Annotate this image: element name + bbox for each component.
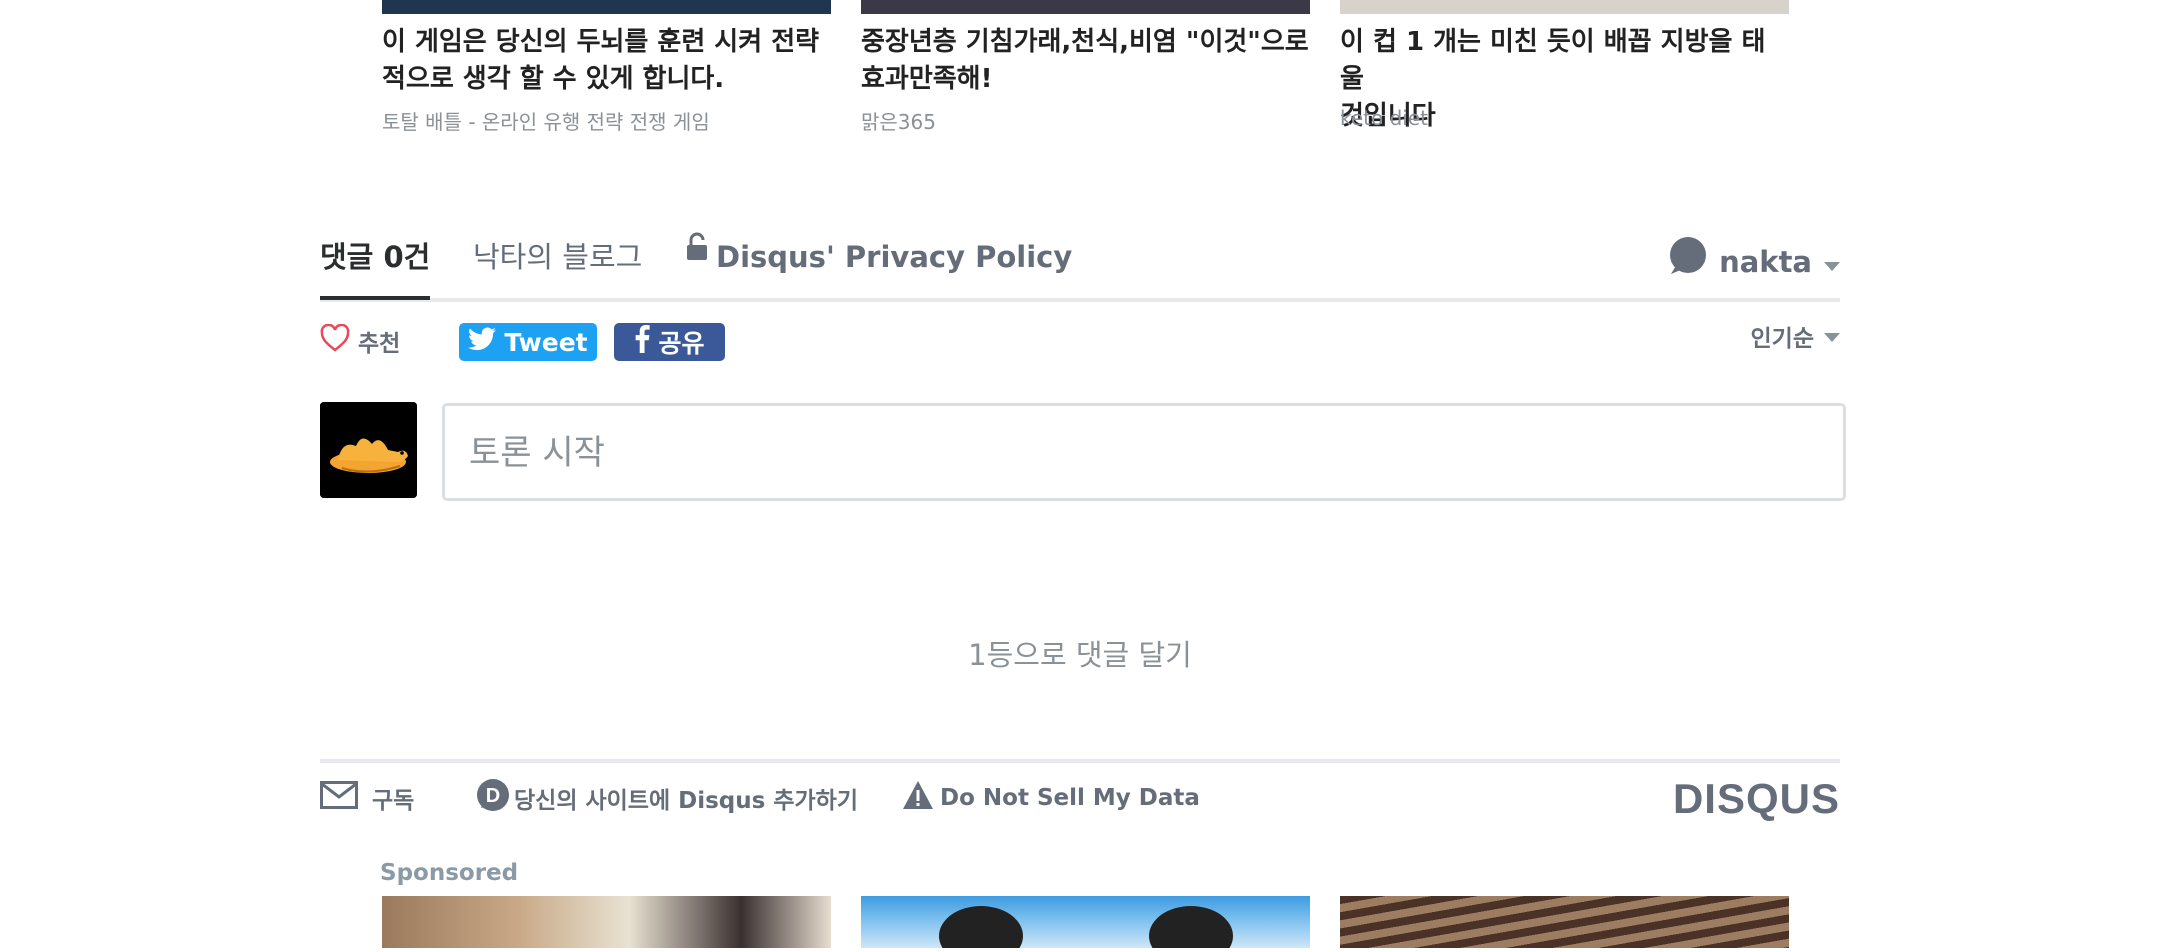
- sort-dropdown[interactable]: 인기순: [1751, 319, 1840, 353]
- sponsored-image-1[interactable]: [382, 896, 831, 948]
- ad-title[interactable]: 중장년층 기침가래,천식,비염 "이것"으로 효과만족해!: [861, 24, 1310, 98]
- disqus-logo[interactable]: DISQUS: [1673, 775, 1840, 823]
- avatar[interactable]: [320, 402, 417, 498]
- chevron-down-icon[interactable]: [1824, 323, 1840, 349]
- disqus-d-icon: D: [476, 778, 510, 818]
- ad-title[interactable]: 이 게임은 당신의 두뇌를 훈련 시켜 전략 적으로 생각 할 수 있게 합니다…: [382, 24, 831, 98]
- disqus-tab-bar: 댓글 0건 낙타의 블로그 Disqus' Privacy Policy nak…: [320, 232, 1840, 302]
- facebook-share-button[interactable]: 공유: [614, 323, 725, 361]
- subscribe-label[interactable]: 구독: [372, 781, 414, 815]
- comment-composer[interactable]: [442, 403, 1846, 501]
- speech-bubble-icon: [1667, 236, 1707, 287]
- ad-image[interactable]: [861, 0, 1310, 14]
- svg-text:D: D: [486, 785, 500, 807]
- ad-title-line[interactable]: 효과만족해!: [861, 61, 1310, 98]
- discussion-input[interactable]: [467, 406, 1831, 500]
- subscribe-link[interactable]: 구독: [320, 780, 414, 816]
- footer-divider: [320, 759, 1840, 763]
- camel-avatar-image: [320, 402, 417, 498]
- sponsored-image-2[interactable]: [861, 896, 1310, 952]
- add-disqus-link[interactable]: D 당신의 사이트에 Disqus 추가하기: [476, 778, 858, 818]
- twitter-bird-icon: [468, 327, 497, 357]
- ad-source: 토탈 배틀 - 온라인 유행 전략 전쟁 게임: [382, 110, 710, 134]
- ad-title-line[interactable]: 적으로 생각 할 수 있게 합니다.: [382, 61, 831, 98]
- ad-title-line[interactable]: 중장년층 기침가래,천식,비염 "이것"으로: [861, 24, 1310, 61]
- ad-source: keto diet: [1340, 106, 1429, 130]
- sponsored-label: Sponsored: [380, 860, 519, 886]
- username[interactable]: nakta: [1719, 241, 1812, 283]
- tweet-label: Tweet: [504, 327, 588, 357]
- warning-icon: [902, 780, 934, 816]
- do-not-sell-label[interactable]: Do Not Sell My Data: [940, 785, 1200, 811]
- do-not-sell-link[interactable]: Do Not Sell My Data: [902, 780, 1200, 816]
- user-menu[interactable]: nakta: [1667, 236, 1840, 287]
- share-label: 공유: [658, 329, 705, 358]
- ad-image[interactable]: [1340, 0, 1789, 14]
- add-disqus-label[interactable]: 당신의 사이트에 Disqus 추가하기: [514, 781, 858, 815]
- recommend-button[interactable]: 추천: [320, 323, 400, 359]
- facebook-icon: [634, 325, 651, 359]
- ad-title-line[interactable]: 이 게임은 당신의 두뇌를 훈련 시켜 전략: [382, 24, 831, 61]
- chevron-down-icon[interactable]: [1824, 241, 1840, 283]
- empty-state-prompt: 1등으로 댓글 달기: [968, 638, 1192, 672]
- lock-icon: [686, 231, 708, 273]
- recommend-label: 추천: [358, 331, 401, 357]
- ad-title-line[interactable]: 이 컵 1 개는 미친 듯이 배꼽 지방을 태울: [1340, 24, 1789, 98]
- envelope-icon: [320, 781, 358, 815]
- ad-source: 맑은365: [861, 110, 936, 134]
- tab-comments[interactable]: 댓글 0건: [320, 236, 431, 300]
- tweet-button[interactable]: Tweet: [459, 323, 597, 361]
- tab-privacy-policy[interactable]: Disqus' Privacy Policy: [686, 232, 1072, 278]
- sponsored-image-3[interactable]: [1340, 896, 1789, 948]
- heart-icon: [320, 323, 350, 358]
- sort-label[interactable]: 인기순: [1751, 319, 1814, 353]
- tab-blog[interactable]: 낙타의 블로그: [473, 236, 642, 278]
- privacy-policy-label[interactable]: Disqus' Privacy Policy: [716, 236, 1072, 278]
- ad-image[interactable]: [382, 0, 831, 14]
